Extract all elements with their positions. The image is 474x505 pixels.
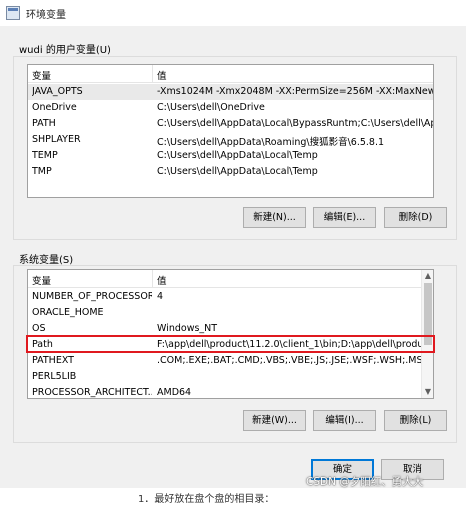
user-vars-header: 变量 值 [28,65,433,83]
variable-value: 4 [157,291,164,302]
watermark: CSDN @夕阳红、勇大大 [306,476,424,488]
table-row[interactable]: SHPLAYER C:\Users\dell\AppData\Roaming\搜狐… [28,132,433,148]
table-row[interactable]: TEMP C:\Users\dell\AppData\Local\Temp [28,148,433,164]
system-vars-scrollbar[interactable]: ▲ ▼ [421,270,433,398]
user-new-button[interactable]: 新建(N)... [243,207,306,228]
table-row[interactable]: JAVA_OPTS -Xms1024M -Xmx2048M -XX:PermSiz… [28,84,433,100]
variable-value: F:\app\dell\product\11.2.0\client_1\bin;… [157,339,433,350]
variable-value: C:\Users\dell\AppData\Local\BypassRuntm;… [157,118,433,129]
variable-name: TMP [32,166,52,177]
header-variable[interactable]: 变量 [32,273,51,287]
table-row[interactable]: PATHEXT .COM;.EXE;.BAT;.CMD;.VBS;.VBE;.JS… [28,353,433,369]
table-row[interactable]: PERL5LIB [28,369,433,385]
user-vars-group-label: wudi 的用户变量(U) [19,45,111,56]
variable-value: -Xms1024M -Xmx2048M -XX:PermSize=256M -X… [157,86,433,97]
system-new-button[interactable]: 新建(W)... [243,410,306,431]
user-vars-list[interactable]: 变量 值 JAVA_OPTS -Xms1024M -Xmx2048M -XX:Pe… [27,64,434,198]
table-row[interactable]: PATH C:\Users\dell\AppData\Local\BypassRu… [28,116,433,132]
variable-value: C:\Users\dell\OneDrive [157,102,265,113]
scroll-down-icon[interactable]: ▼ [424,387,432,397]
system-edit-button[interactable]: 编辑(I)... [313,410,376,431]
table-row[interactable]: TMP C:\Users\dell\AppData\Local\Temp [28,164,433,180]
variable-name: PATHEXT [32,355,74,366]
variable-name: JAVA_OPTS [32,86,83,97]
variable-name: OS [32,323,46,334]
variable-value: AMD64 [157,387,192,398]
header-value[interactable]: 值 [157,273,167,287]
variable-value: Windows_NT [157,323,218,334]
table-row[interactable]: PROCESSOR_ARCHITECT... AMD64 [28,385,433,398]
table-row[interactable]: Path F:\app\dell\product\11.2.0\client_1\… [28,337,433,353]
variable-name: SHPLAYER [32,134,81,145]
variable-name: ORACLE_HOME [32,307,104,318]
variable-value: .COM;.EXE;.BAT;.CMD;.VBS;.VBE;.JS;.JSE;.… [157,355,430,366]
user-edit-button[interactable]: 编辑(E)... [313,207,376,228]
header-value[interactable]: 值 [157,68,167,82]
variable-name: TEMP [32,150,58,161]
system-vars-group-label: 系统变量(S) [19,255,74,266]
variable-name: NUMBER_OF_PROCESSORS [32,291,152,302]
table-row[interactable]: NUMBER_OF_PROCESSORS 4 [28,289,433,305]
header-separator[interactable] [152,65,153,83]
environment-variables-dialog: 环境变量 wudi 的用户变量(U) 变量 值 JAVA_OPTS -Xms102… [0,0,470,488]
table-row[interactable]: ORACLE_HOME [28,305,433,321]
scroll-thumb[interactable] [424,283,432,345]
background-strip [466,0,474,499]
scroll-up-icon[interactable]: ▲ [424,271,432,281]
header-variable[interactable]: 变量 [32,68,51,82]
system-delete-button[interactable]: 删除(L) [384,410,447,431]
table-row[interactable]: OS Windows_NT [28,321,433,337]
window-title: 环境变量 [26,10,66,21]
variable-name: OneDrive [32,102,77,113]
variable-name: PERL5LIB [32,371,77,382]
user-delete-button[interactable]: 删除(D) [384,207,447,228]
variable-name: Path [32,339,53,350]
background-text: 1．最好放在盘个盘的相目录： [138,494,275,505]
system-vars-header: 变量 值 [28,270,433,288]
variable-value: C:\Users\dell\AppData\Local\Temp [157,166,318,177]
table-row[interactable]: OneDrive C:\Users\dell\OneDrive [28,100,433,116]
variable-name: PATH [32,118,56,129]
header-separator[interactable] [152,270,153,288]
variable-value: C:\Users\dell\AppData\Roaming\搜狐影音\6.5.8… [157,137,385,148]
variable-name: PROCESSOR_ARCHITECT... [32,387,152,398]
system-vars-list[interactable]: 变量 值 NUMBER_OF_PROCESSORS 4 ORACLE_HOME OS W… [27,269,434,399]
window-icon [6,6,20,20]
title-bar: 环境变量 [0,0,470,26]
variable-value: C:\Users\dell\AppData\Local\Temp [157,150,318,161]
